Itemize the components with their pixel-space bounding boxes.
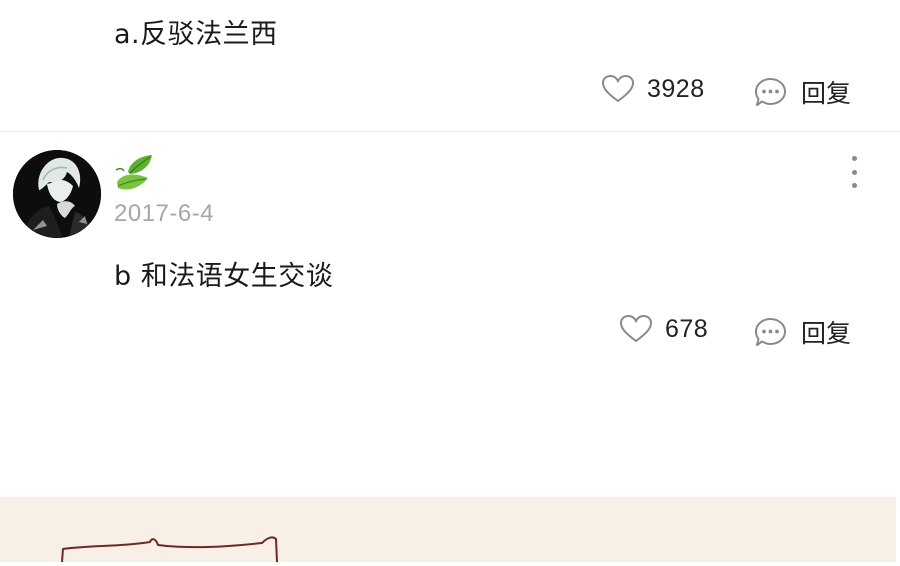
reply-label: 回复 [801,79,852,108]
avatar-illustration-icon [13,150,101,238]
comic-sketch-icon [61,536,278,563]
comment-divider [0,131,900,132]
reply-button[interactable]: 回复 [754,74,851,110]
comment-1: a.反驳法兰西 3928 回复 [0,0,900,131]
reply-button[interactable]: 回复 [754,314,851,350]
comment-date: 2017-6-4 [114,200,215,227]
comic-image-panel[interactable] [0,497,896,563]
reply-label: 回复 [801,319,852,348]
speech-bubble-icon [755,77,786,106]
more-dot-icon [851,169,857,175]
username[interactable] [114,152,156,200]
speech-bubble-icon [755,317,786,346]
more-dot-icon [851,156,857,161]
like-count: 3928 [647,74,705,103]
comment-text: a.反驳法兰西 [114,19,278,50]
leaf-icon [115,155,152,190]
like-button[interactable]: 678 [619,314,708,344]
heart-icon [601,74,635,103]
comment-text: b 和法语女生交谈 [114,261,334,292]
more-options-button[interactable] [846,156,862,188]
more-dot-icon [851,183,857,188]
like-button[interactable]: 3928 [601,74,705,104]
like-count: 678 [665,314,709,343]
avatar[interactable] [13,150,101,238]
heart-icon [619,314,653,343]
